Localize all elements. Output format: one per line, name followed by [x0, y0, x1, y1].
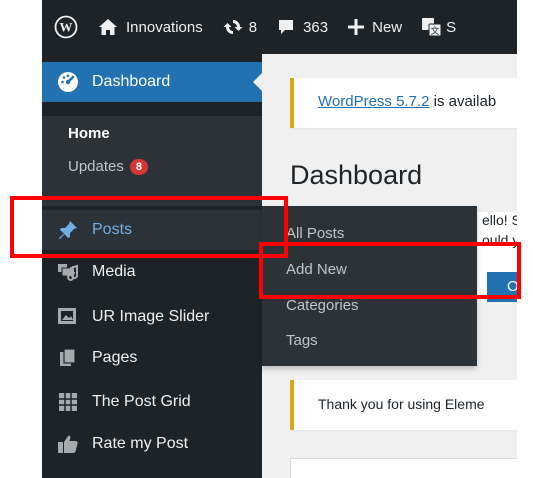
media-icon: [56, 260, 80, 284]
translate-link[interactable]: 文 S: [412, 0, 466, 54]
new-label: New: [372, 18, 403, 36]
screenshot: W Innovations 8 363 New 文 S Dashboard Ho…: [0, 0, 533, 478]
site-name: Innovations: [126, 18, 203, 36]
translate-label: S: [446, 18, 457, 36]
menu-ur-image-slider-label: UR Image Slider: [92, 308, 210, 325]
menu-media-label: Media: [92, 263, 136, 280]
flyout-all-posts[interactable]: All Posts: [286, 225, 344, 242]
dashboard-submenu: Home Updates 8: [42, 116, 262, 206]
updates-link[interactable]: 8: [213, 0, 267, 54]
menu-rate-my-post[interactable]: Rate my Post: [42, 424, 262, 464]
home-icon: [98, 18, 118, 36]
comments-link[interactable]: 363: [267, 0, 338, 54]
submenu-updates-label: Updates: [68, 158, 124, 175]
refresh-icon: [223, 17, 243, 37]
site-name-link[interactable]: Innovations: [88, 0, 213, 54]
update-notice: WordPress 5.7.2 is availab: [290, 78, 517, 128]
elementor-notice: Thank you for using Eleme: [290, 380, 517, 430]
menu-rate-my-post-label: Rate my Post: [92, 435, 189, 452]
submenu-home[interactable]: Home: [68, 125, 110, 142]
menu-pages[interactable]: Pages: [42, 338, 262, 378]
flyout-categories[interactable]: Categories: [286, 297, 359, 314]
new-content-link[interactable]: New: [338, 0, 412, 54]
menu-dashboard[interactable]: Dashboard: [42, 62, 263, 102]
svg-text:文: 文: [431, 25, 440, 36]
updates-badge: 8: [129, 159, 148, 175]
dashboard-widget-card: [290, 458, 517, 478]
pages-icon: [56, 346, 80, 370]
thumbs-up-icon: [56, 432, 80, 456]
svg-text:W: W: [60, 20, 73, 35]
comment-icon: [277, 18, 295, 36]
plus-icon: [348, 19, 365, 35]
comments-count: 363: [303, 18, 329, 36]
update-notice-text: is availab: [429, 93, 497, 110]
flyout-tags[interactable]: Tags: [286, 332, 318, 349]
current-indicator: [253, 72, 263, 92]
menu-dashboard-label: Dashboard: [92, 73, 171, 90]
submenu-updates[interactable]: Updates 8: [68, 158, 148, 175]
page-title: Dashboard: [290, 160, 423, 190]
wordpress-logo-icon[interactable]: W: [42, 0, 88, 54]
menu-pages-label: Pages: [92, 349, 138, 366]
menu-the-post-grid-label: The Post Grid: [92, 393, 191, 410]
slider-image-icon: [56, 305, 80, 329]
admin-sidebar: Dashboard Home Updates 8 Posts Media UR …: [42, 54, 263, 478]
elementor-notice-text: Thank you for using Eleme: [318, 396, 485, 412]
updates-count: 8: [248, 18, 258, 36]
welcome-text-line1: ello! S: [482, 212, 517, 228]
menu-ur-image-slider[interactable]: UR Image Slider: [42, 297, 262, 337]
menu-the-post-grid[interactable]: The Post Grid: [42, 382, 262, 422]
translate-icon: 文: [422, 18, 442, 36]
highlight-box-posts: [10, 196, 288, 258]
menu-media[interactable]: Media: [42, 252, 262, 292]
highlight-box-add-new: [259, 242, 521, 299]
wordpress-update-link[interactable]: WordPress 5.7.2: [318, 93, 429, 110]
dashboard-icon: [56, 70, 80, 94]
grid-icon: [56, 390, 80, 414]
admin-bar: W Innovations 8 363 New 文 S: [42, 0, 517, 54]
